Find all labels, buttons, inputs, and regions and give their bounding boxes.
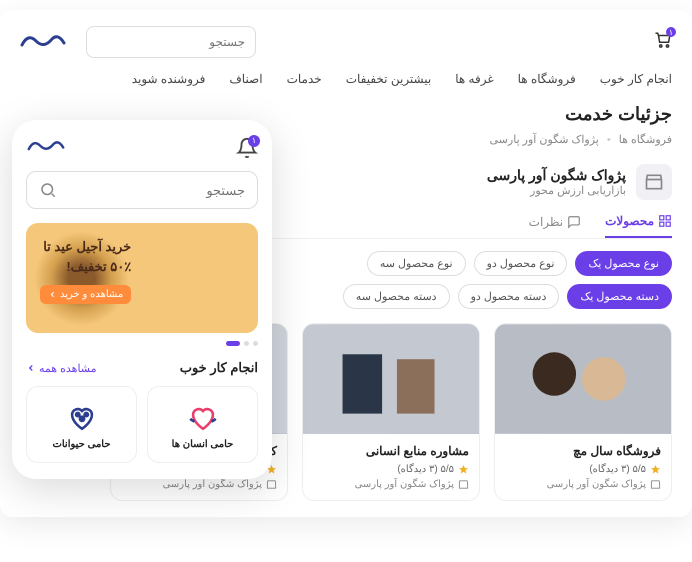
nav-item[interactable]: انجام کار خوب (600, 72, 672, 86)
product-store: پژواک شگون آور پارسی (505, 479, 661, 490)
section-header: انجام کار خوب مشاهده همه (26, 360, 258, 376)
product-rating: ۵/۵ (۳ دیدگاه) (505, 464, 661, 475)
breadcrumb-separator: • (607, 134, 611, 146)
search-icon (39, 181, 57, 199)
mobile-search-box[interactable] (26, 171, 258, 209)
store-info: پژواک شگون آور پارسی بازاریابی ارزش محور (487, 167, 626, 197)
product-store: پژواک شگون آور پارسی (313, 479, 469, 490)
store-text: پژواک شگون آور پارسی (355, 479, 454, 490)
product-card[interactable]: فروشگاه سال مچ ۵/۵ (۳ دیدگاه) پژواک شگون… (494, 323, 672, 501)
category-label: حامی حیوانات (33, 439, 130, 450)
category-card-animals[interactable]: حامی حیوانات (26, 386, 137, 463)
logo-icon (26, 136, 66, 154)
pill[interactable]: نوع محصول سه (367, 251, 466, 276)
nav-item[interactable]: فروشگاه ها (518, 72, 576, 86)
star-icon (650, 464, 661, 475)
banner-title: خرید آجیل عید تا ۵۰٪ تخفیف! (40, 237, 131, 276)
nav-item[interactable]: خدمات (287, 72, 322, 86)
view-all-link[interactable]: مشاهده همه (26, 362, 97, 375)
nav-item[interactable]: اصناف (229, 72, 262, 86)
banner-cta-label: مشاهده و خرید (60, 289, 123, 300)
product-title: مشاوره منابع انسانی (313, 444, 469, 458)
dot-active[interactable] (226, 341, 240, 346)
store-small-icon (650, 479, 661, 490)
breadcrumb-item: پژواک شگون آور پارسی (490, 133, 599, 146)
cart-button[interactable]: ۱ (650, 31, 672, 53)
store-text: پژواک شگون آور پارسی (163, 479, 262, 490)
store-name: پژواک شگون آور پارسی (487, 167, 626, 184)
product-card[interactable]: مشاوره منابع انسانی ۵/۵ (۳ دیدگاه) پژواک… (302, 323, 480, 501)
logo-icon (20, 29, 66, 51)
category-card-humans[interactable]: حامی انسان ها (147, 386, 258, 463)
search-box[interactable] (86, 26, 256, 58)
carousel-dots (26, 341, 258, 346)
product-image (495, 324, 671, 434)
hands-heart-icon (186, 399, 220, 433)
section-title: انجام کار خوب (180, 360, 258, 376)
store-small-icon (458, 479, 469, 490)
product-store: پژواک شگون آور پارسی (121, 479, 277, 490)
cart-badge: ۱ (666, 27, 676, 37)
top-bar: ۱ (20, 26, 672, 58)
arrow-left-icon (48, 290, 57, 299)
view-all-label: مشاهده همه (39, 362, 97, 375)
pill[interactable]: دسته محصول یک (567, 284, 672, 309)
mobile-view: ۱ خرید آجیل عید تا ۵۰٪ تخفیف! مشاهده و خ… (12, 120, 272, 479)
product-rating: ۵/۵ (۳ دیدگاه) (313, 464, 469, 475)
tab-label: محصولات (605, 214, 654, 228)
search-input[interactable] (90, 35, 245, 49)
dot[interactable] (244, 341, 249, 346)
pill[interactable]: دسته محصول سه (343, 284, 450, 309)
notification-badge: ۱ (248, 135, 260, 147)
nav-item[interactable]: غرفه ها (455, 72, 493, 86)
nav-item[interactable]: بیشترین تخفیفات (346, 72, 432, 86)
mobile-search-input[interactable] (65, 183, 245, 198)
main-nav: انجام کار خوب فروشگاه ها غرفه ها بیشترین… (20, 72, 672, 86)
product-title: فروشگاه سال مچ (505, 444, 661, 458)
pill[interactable]: نوع محصول یک (575, 251, 672, 276)
product-image (303, 324, 479, 434)
pill[interactable]: نوع محصول دو (474, 251, 568, 276)
store-text: پژواک شگون آور پارسی (547, 479, 646, 490)
store-icon (644, 172, 664, 192)
promo-banner[interactable]: خرید آجیل عید تا ۵۰٪ تخفیف! مشاهده و خری… (26, 223, 258, 333)
tab-products[interactable]: محصولات (605, 214, 672, 238)
tab-reviews[interactable]: نظرات (529, 214, 581, 238)
category-label: حامی انسان ها (154, 439, 251, 450)
store-small-icon (266, 479, 277, 490)
logo[interactable] (20, 29, 66, 56)
breadcrumb-item[interactable]: فروشگاه ها (619, 133, 672, 146)
category-grid: حامی انسان ها حامی حیوانات (26, 386, 258, 463)
star-icon (458, 464, 469, 475)
rating-text: ۵/۵ (۳ دیدگاه) (589, 464, 646, 475)
mobile-top-bar: ۱ (26, 136, 258, 159)
paw-heart-icon (65, 399, 99, 433)
nav-item[interactable]: فروشنده شوید (132, 72, 206, 86)
dot[interactable] (253, 341, 258, 346)
store-avatar (636, 164, 672, 200)
grid-icon (658, 214, 672, 228)
chat-icon (567, 215, 581, 229)
banner-cta-button[interactable]: مشاهده و خرید (40, 285, 131, 304)
notification-button[interactable]: ۱ (236, 137, 258, 159)
rating-text: ۵/۵ (۳ دیدگاه) (397, 464, 454, 475)
tab-label: نظرات (529, 215, 563, 229)
store-tagline: بازاریابی ارزش محور (487, 184, 626, 197)
mobile-logo[interactable] (26, 136, 66, 159)
chevron-left-icon (26, 363, 36, 373)
pill[interactable]: دسته محصول دو (458, 284, 560, 309)
